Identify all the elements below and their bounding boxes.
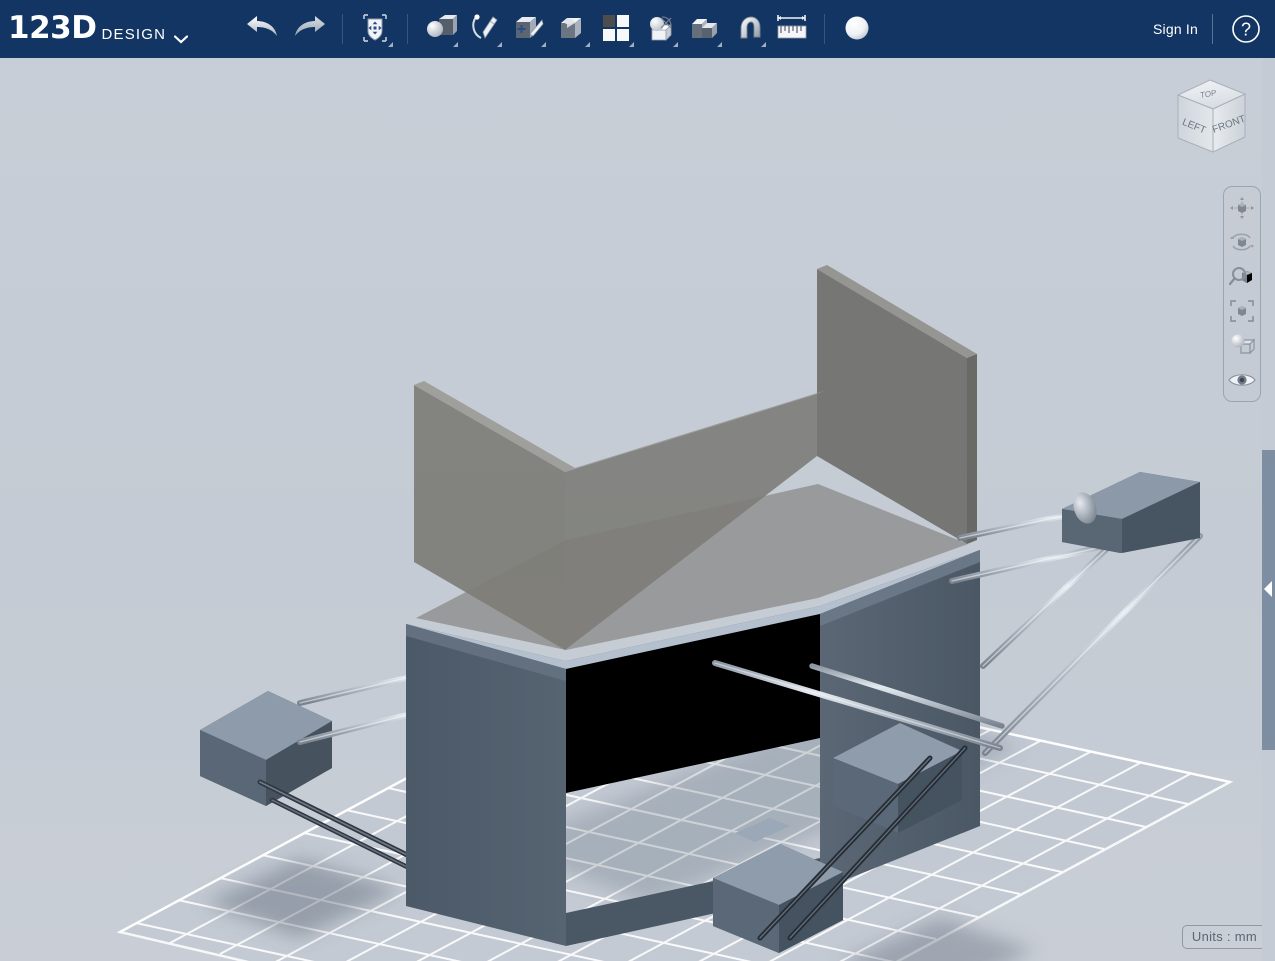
tool-material[interactable] (835, 6, 879, 50)
tool-primitives[interactable] (418, 6, 462, 50)
app-logo[interactable]: 123D DESIGN (0, 0, 189, 58)
eye-visibility-icon[interactable] (1226, 364, 1258, 395)
top-toolbar: 123D DESIGN Sign In ? (0, 0, 1275, 58)
toolbar-divider (407, 14, 409, 44)
units-badge: Units : mm (1181, 925, 1267, 949)
satellite-block-left[interactable] (200, 691, 332, 806)
sign-in-button[interactable]: Sign In (1153, 21, 1198, 37)
tool-snap[interactable] (726, 6, 770, 50)
toolbar-divider (824, 14, 826, 44)
chevron-down-icon[interactable] (388, 42, 394, 47)
undo-button[interactable] (240, 6, 286, 50)
chevron-down-icon[interactable] (497, 42, 503, 47)
orbit-icon[interactable] (1226, 227, 1258, 258)
app-window: 123D DESIGN Sign In ? TOP LEFT FRONT Uni… (0, 0, 1275, 961)
chevron-down-icon[interactable] (761, 42, 767, 47)
chevron-down-icon[interactable] (174, 31, 189, 44)
zoom-magnifier-icon[interactable] (1226, 261, 1258, 292)
right-panel-scrollbar-thumb[interactable] (1262, 450, 1275, 750)
svg-text:?: ? (1241, 20, 1251, 40)
logo-text-primary: 123D (8, 10, 97, 46)
tool-modify[interactable] (550, 6, 594, 50)
tool-construct[interactable] (506, 6, 550, 50)
redo-button[interactable] (286, 6, 332, 50)
pan-icon[interactable] (1226, 193, 1258, 224)
tool-measure[interactable] (770, 6, 814, 50)
navigation-bar (1223, 186, 1261, 402)
toolbar-divider (1212, 14, 1213, 44)
toolbar-divider (342, 14, 344, 44)
question-mark-icon[interactable]: ? (1231, 14, 1261, 44)
header-right-group: Sign In ? (1153, 0, 1275, 58)
chevron-down-icon[interactable] (629, 42, 635, 47)
display-shading-icon[interactable] (1226, 330, 1258, 361)
chevron-down-icon[interactable] (541, 42, 547, 47)
tool-pattern[interactable] (594, 6, 638, 50)
satellite-block-upper-right[interactable] (1062, 472, 1200, 553)
view-cube[interactable]: TOP LEFT FRONT (1163, 70, 1263, 170)
chevron-down-icon[interactable] (673, 42, 679, 47)
chevron-down-icon[interactable] (717, 42, 723, 47)
chevron-down-icon[interactable] (453, 42, 459, 47)
model-scene[interactable] (0, 58, 1275, 961)
tool-sketch[interactable] (462, 6, 506, 50)
chevron-left-icon[interactable] (1262, 579, 1275, 599)
tool-group (240, 0, 879, 58)
fit-to-window-icon[interactable] (1226, 296, 1258, 327)
logo-text-secondary: DESIGN (101, 26, 167, 43)
tool-grouping[interactable] (638, 6, 682, 50)
viewport-3d[interactable]: TOP LEFT FRONT Units: mm (0, 58, 1275, 961)
chevron-down-icon[interactable] (585, 42, 591, 47)
tool-combine[interactable] (682, 6, 726, 50)
transform-button[interactable] (353, 6, 397, 50)
